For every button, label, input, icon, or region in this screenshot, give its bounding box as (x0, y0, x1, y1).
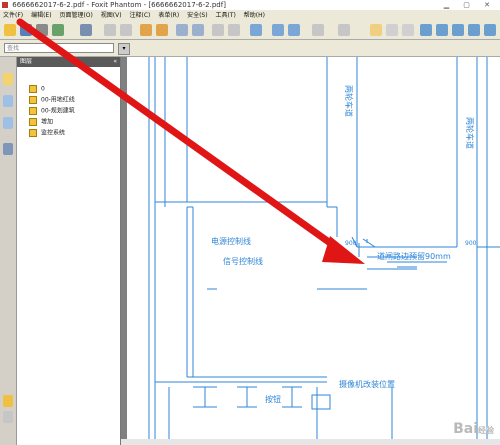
menu-bar: 文件(F) 编辑(E) 页面管理(O) 视图(V) 注释(C) 表单(R) 安全… (0, 10, 500, 21)
main-toolbar (0, 21, 500, 40)
pencil-icon[interactable] (436, 24, 448, 36)
menu-page[interactable]: 页面管理(O) (56, 10, 95, 21)
lane-label: 两轮车道 (465, 117, 475, 149)
snapshot-icon[interactable] (402, 24, 414, 36)
undo-icon[interactable] (212, 24, 224, 36)
document-area[interactable]: 电源控制线 信号控制线 道闸路边预留90mm 摄像机改装位置 按钮 900 90… (121, 57, 500, 445)
layer-visible-checkbox[interactable] (29, 129, 37, 137)
layer-visible-checkbox[interactable] (29, 85, 37, 93)
open-folder-icon[interactable] (4, 24, 16, 36)
layer-item[interactable]: 增加 (29, 118, 53, 127)
button-label: 按钮 (265, 394, 281, 404)
dimension-label: 900 (345, 240, 357, 247)
pdf-page[interactable]: 电源控制线 信号控制线 道闸路边预留90mm 摄像机改装位置 按钮 900 90… (127, 57, 500, 445)
signal-line-label: 信号控制线 (223, 256, 263, 266)
horizontal-scrollbar[interactable] (121, 439, 500, 445)
navigation-strip (0, 57, 17, 445)
attachments-icon[interactable] (3, 395, 13, 407)
fit-width-icon[interactable] (288, 24, 300, 36)
hand-tool-icon[interactable] (370, 24, 382, 36)
search-dropdown-icon[interactable]: ▾ (118, 43, 130, 55)
menu-edit[interactable]: 编辑(E) (28, 10, 54, 21)
typewriter-icon[interactable] (420, 24, 432, 36)
power-line-label: 电源控制线 (211, 236, 251, 246)
comments-icon[interactable] (3, 117, 13, 129)
signatures-icon[interactable] (3, 411, 13, 423)
page-layout-icon[interactable] (176, 24, 188, 36)
select-text-icon[interactable] (386, 24, 398, 36)
forward-icon[interactable] (120, 24, 132, 36)
menu-tools[interactable]: 工具(T) (213, 10, 239, 21)
prev-view-icon[interactable] (140, 24, 152, 36)
stamp-icon[interactable] (452, 24, 464, 36)
camera-label: 摄像机改装位置 (339, 379, 395, 389)
back-icon[interactable] (104, 24, 116, 36)
panel-collapse-icon[interactable]: « (113, 57, 117, 67)
bookmarks-icon[interactable] (3, 73, 13, 85)
layer-visible-checkbox[interactable] (29, 107, 37, 115)
layers-icon[interactable] (3, 143, 13, 155)
app-icon (2, 2, 8, 8)
layer-visible-checkbox[interactable] (29, 118, 37, 126)
dimension-label: 900 (465, 240, 477, 247)
print-icon[interactable] (36, 24, 48, 36)
title-bar: 6666662017-6-2.pdf - Foxit Phantom - [66… (0, 0, 500, 10)
next-view-icon[interactable] (156, 24, 168, 36)
cad-drawing: 电源控制线 信号控制线 道闸路边预留90mm 摄像机改装位置 按钮 900 90… (148, 57, 500, 445)
note-icon[interactable] (468, 24, 480, 36)
watermark: Bai经验 (453, 421, 494, 437)
window-controls[interactable]: ▁ ▢ ✕ (444, 0, 496, 10)
menu-security[interactable]: 安全(S) (184, 10, 211, 21)
menu-form[interactable]: 表单(R) (155, 10, 182, 21)
layer-visible-checkbox[interactable] (29, 96, 37, 104)
zoom-in-icon[interactable] (338, 24, 350, 36)
menu-view[interactable]: 视图(V) (98, 10, 125, 21)
scan-icon[interactable] (80, 24, 92, 36)
menu-help[interactable]: 帮助(H) (241, 10, 268, 21)
menu-comment[interactable]: 注释(C) (127, 10, 154, 21)
redo-icon[interactable] (228, 24, 240, 36)
secondary-toolbar: 查找 ▾ (0, 40, 500, 57)
layer-item[interactable]: 00-用地红线 (29, 96, 75, 105)
layer-panel: 图层 « 0 00-用地红线 00-规划建筑 增加 监控系统 (17, 57, 121, 445)
panel-header: 图层 « (17, 57, 120, 67)
zoom-icon[interactable] (250, 24, 262, 36)
zoom-out-icon[interactable] (312, 24, 324, 36)
layer-item[interactable]: 监控系统 (29, 129, 65, 138)
layer-item[interactable]: 0 (29, 85, 45, 94)
pages-icon[interactable] (3, 95, 13, 107)
search-input[interactable]: 查找 (4, 43, 114, 53)
email-icon[interactable] (52, 24, 64, 36)
fit-page-icon[interactable] (272, 24, 284, 36)
window-title: 6666662017-6-2.pdf - Foxit Phantom - [66… (12, 1, 226, 9)
lane-label: 两轮车道 (344, 85, 354, 117)
link-icon[interactable] (484, 24, 496, 36)
gate-note-label: 道闸路边预留90mm (377, 251, 451, 261)
layer-item[interactable]: 00-规划建筑 (29, 107, 75, 116)
panel-title: 图层 (20, 58, 33, 65)
copy-icon[interactable] (192, 24, 204, 36)
save-icon[interactable] (20, 24, 32, 36)
menu-file[interactable]: 文件(F) (0, 10, 26, 21)
